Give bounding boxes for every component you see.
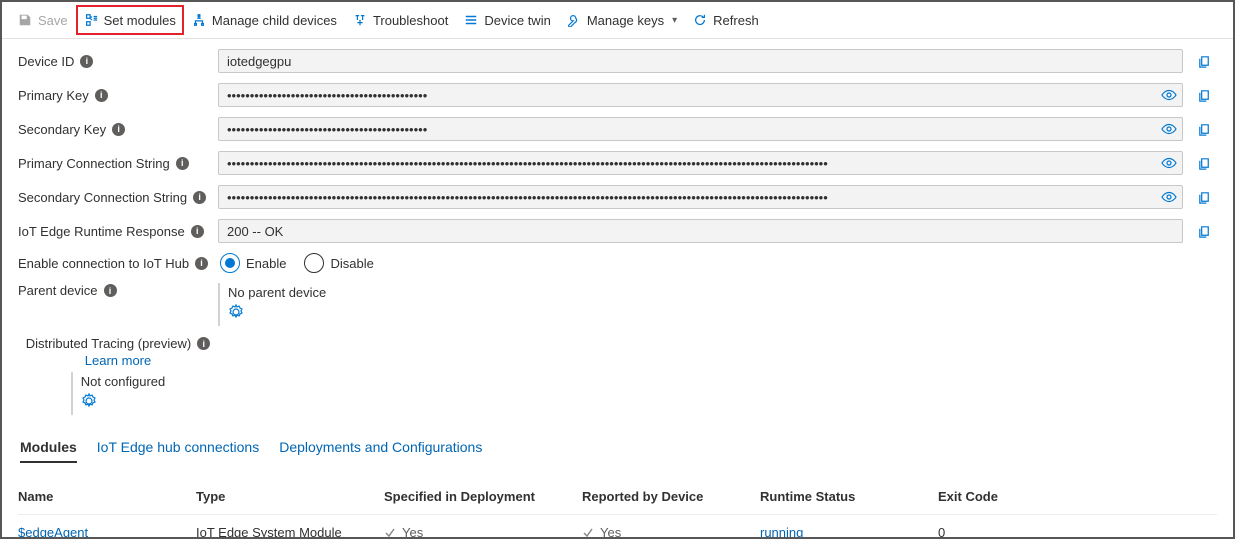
info-icon[interactable]: i (104, 284, 117, 297)
copy-runtime-response-button[interactable] (1191, 224, 1217, 239)
distributed-tracing-label: Distributed Tracing (preview) (26, 336, 191, 351)
set-modules-label: Set modules (104, 13, 176, 28)
manage-child-devices-button[interactable]: Manage child devices (184, 6, 345, 34)
gear-icon[interactable] (81, 393, 97, 409)
modules-table: Name Type Specified in Deployment Report… (18, 481, 1217, 539)
copy-primary-key-button[interactable] (1191, 88, 1217, 103)
save-label: Save (38, 13, 68, 28)
reveal-secondary-key-button[interactable] (1161, 121, 1177, 137)
runtime-status[interactable]: running (760, 525, 803, 539)
save-icon (18, 13, 32, 27)
info-icon[interactable]: i (193, 191, 206, 204)
module-type: IoT Edge System Module (196, 525, 342, 539)
reveal-secondary-conn-button[interactable] (1161, 189, 1177, 205)
primary-key-label: Primary Key (18, 88, 89, 103)
info-icon[interactable]: i (112, 123, 125, 136)
refresh-label: Refresh (713, 13, 759, 28)
copy-device-id-button[interactable] (1191, 54, 1217, 69)
table-row: $edgeAgent IoT Edge System Module Yes Ye… (18, 515, 1217, 540)
tab-deployments[interactable]: Deployments and Configurations (279, 433, 482, 463)
primary-key-field[interactable]: ••••••••••••••••••••••••••••••••••••••••… (218, 83, 1183, 107)
enable-radio-label: Enable (246, 256, 286, 271)
manage-keys-button[interactable]: Manage keys ▾ (559, 6, 685, 34)
tab-modules[interactable]: Modules (20, 433, 77, 463)
enable-connection-radio-group: Enable Disable (218, 253, 374, 273)
reported-cell: Yes (582, 525, 752, 539)
chevron-down-icon: ▾ (672, 15, 677, 26)
manage-child-devices-label: Manage child devices (212, 13, 337, 28)
troubleshoot-button[interactable]: Troubleshoot (345, 6, 456, 34)
tabs: Modules IoT Edge hub connections Deploym… (20, 433, 1217, 463)
parent-device-block: No parent device (218, 283, 326, 326)
secondary-conn-field[interactable]: ••••••••••••••••••••••••••••••••••••••••… (218, 185, 1183, 209)
command-bar: Save Set modules Manage child devices Tr… (2, 2, 1233, 39)
copy-primary-conn-button[interactable] (1191, 156, 1217, 171)
secondary-key-label: Secondary Key (18, 122, 106, 137)
gear-icon[interactable] (228, 304, 244, 320)
primary-conn-label: Primary Connection String (18, 156, 170, 171)
secondary-key-field[interactable]: ••••••••••••••••••••••••••••••••••••••••… (218, 117, 1183, 141)
refresh-button[interactable]: Refresh (685, 6, 767, 34)
disable-radio-label: Disable (330, 256, 373, 271)
save-button: Save (10, 6, 76, 34)
reveal-primary-conn-button[interactable] (1161, 155, 1177, 171)
info-icon[interactable]: i (197, 337, 210, 350)
device-twin-button[interactable]: Device twin (456, 6, 558, 34)
enable-conn-label: Enable connection to IoT Hub (18, 256, 189, 271)
device-id-label: Device ID (18, 54, 74, 69)
set-modules-button[interactable]: Set modules (76, 5, 184, 35)
set-modules-icon (84, 13, 98, 27)
manage-keys-label: Manage keys (587, 13, 664, 28)
secondary-conn-label: Secondary Connection String (18, 190, 187, 205)
module-link[interactable]: $edgeAgent (18, 525, 88, 539)
hierarchy-icon (192, 13, 206, 27)
distributed-tracing-block: Not configured (71, 372, 166, 415)
exit-code: 0 (938, 525, 945, 539)
learn-more-link[interactable]: Learn more (85, 353, 151, 368)
radio-circle-icon (304, 253, 324, 273)
tab-hub-connections[interactable]: IoT Edge hub connections (97, 433, 259, 463)
radio-circle-icon (220, 253, 240, 273)
device-twin-label: Device twin (484, 13, 550, 28)
reveal-primary-key-button[interactable] (1161, 87, 1177, 103)
col-name: Name (18, 481, 196, 515)
info-icon[interactable]: i (195, 257, 208, 270)
specified-cell: Yes (384, 525, 574, 539)
info-icon[interactable]: i (191, 225, 204, 238)
troubleshoot-label: Troubleshoot (373, 13, 448, 28)
no-parent-text: No parent device (228, 285, 326, 300)
col-runtime: Runtime Status (760, 481, 938, 515)
col-exit: Exit Code (938, 481, 1217, 515)
enable-radio[interactable]: Enable (220, 253, 286, 273)
device-twin-icon (464, 13, 478, 27)
info-icon[interactable]: i (95, 89, 108, 102)
copy-secondary-conn-button[interactable] (1191, 190, 1217, 205)
check-icon (384, 527, 396, 539)
refresh-icon (693, 13, 707, 27)
check-icon (582, 527, 594, 539)
not-configured-text: Not configured (81, 374, 166, 389)
col-specified: Specified in Deployment (384, 481, 582, 515)
runtime-response-label: IoT Edge Runtime Response (18, 224, 185, 239)
copy-secondary-key-button[interactable] (1191, 122, 1217, 137)
troubleshoot-icon (353, 13, 367, 27)
col-reported: Reported by Device (582, 481, 760, 515)
info-icon[interactable]: i (176, 157, 189, 170)
info-icon[interactable]: i (80, 55, 93, 68)
col-type: Type (196, 481, 384, 515)
device-id-field[interactable]: iotedgegpu (218, 49, 1183, 73)
runtime-response-field[interactable]: 200 -- OK (218, 219, 1183, 243)
parent-device-label: Parent device (18, 283, 98, 298)
disable-radio[interactable]: Disable (304, 253, 373, 273)
key-icon (567, 13, 581, 27)
primary-conn-field[interactable]: ••••••••••••••••••••••••••••••••••••••••… (218, 151, 1183, 175)
